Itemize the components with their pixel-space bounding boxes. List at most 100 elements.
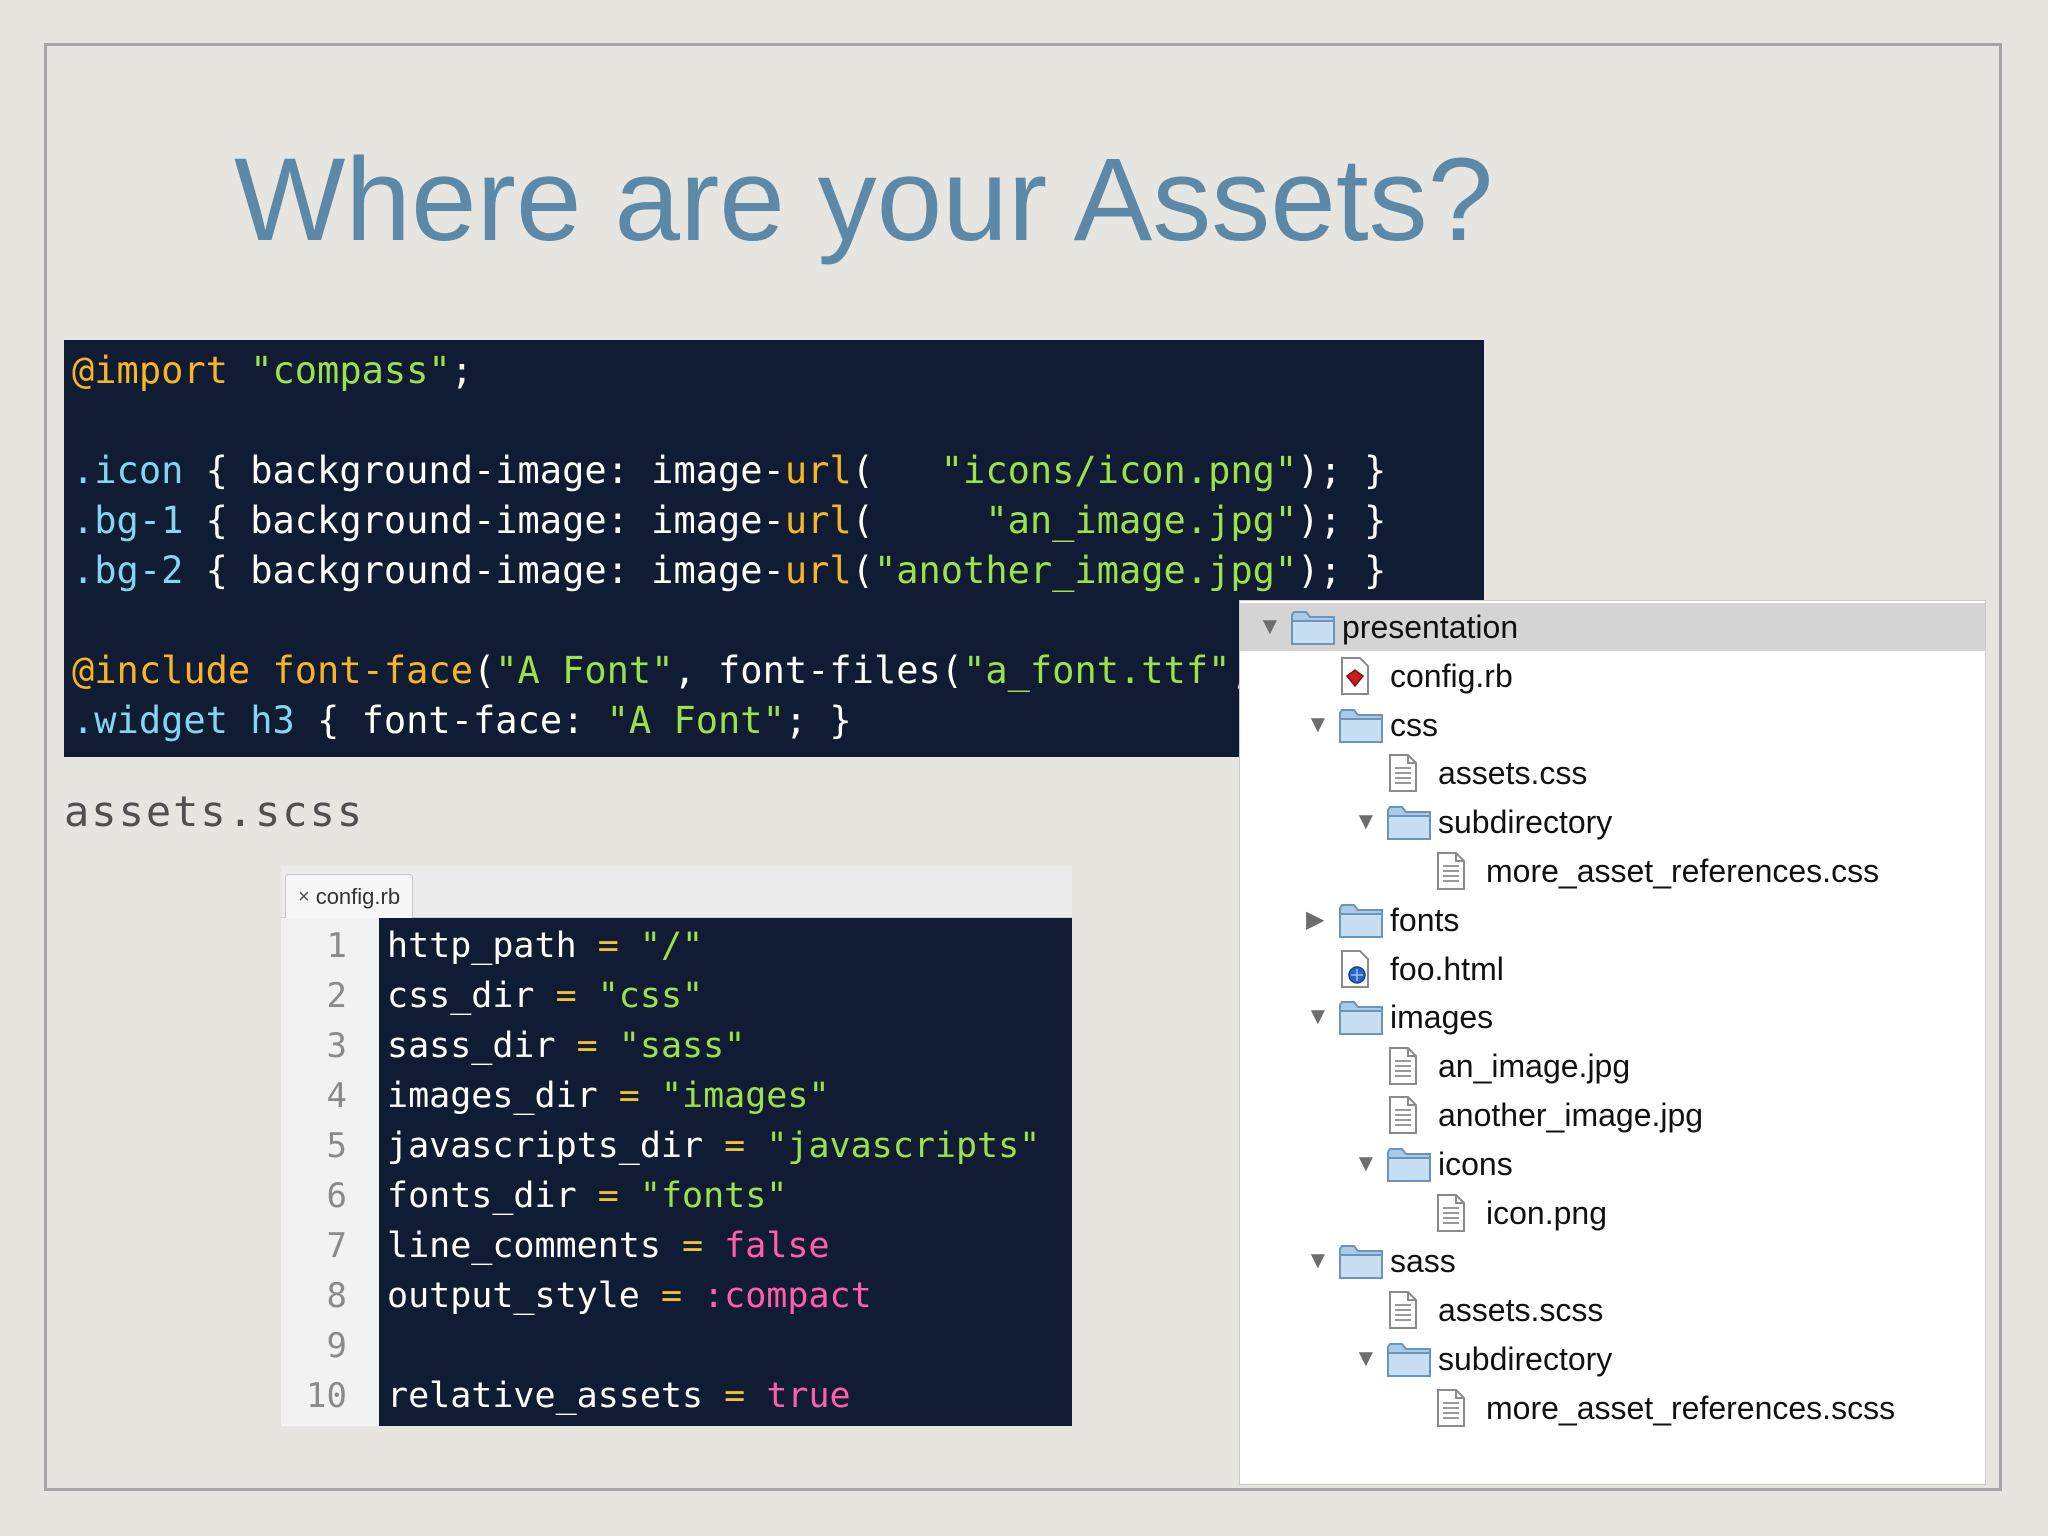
code-text: http_path = "/"	[387, 921, 703, 971]
code-line: 9	[281, 1321, 1072, 1371]
disclosure-expanded-icon[interactable]: ▼	[1306, 1005, 1330, 1029]
code-token: ;	[450, 349, 473, 392]
tree-item[interactable]: ▼ css	[1240, 701, 1985, 749]
line-number: 6	[326, 1176, 347, 1216]
code-token: =	[724, 1376, 746, 1416]
code-token: :compact	[703, 1276, 872, 1316]
tree-item[interactable]: ▼ images	[1240, 993, 1985, 1041]
code-token: =	[597, 1176, 619, 1216]
tree-item[interactable]: config.rb	[1240, 652, 1985, 700]
code-line: 10 relative_assets = true	[281, 1371, 1072, 1421]
line-number: 5	[326, 1126, 347, 1166]
code-token: =	[597, 926, 619, 966]
tree-item-label: images	[1390, 999, 1494, 1036]
tree-item-label: sass	[1390, 1243, 1456, 1280]
tree-item-label: subdirectory	[1438, 804, 1613, 841]
code-token: "images"	[660, 1076, 830, 1116]
code-token: url	[784, 549, 852, 592]
code-line: 1 http_path = "/"	[281, 921, 1072, 971]
text-file-icon	[1434, 1388, 1468, 1436]
tree-item-label: an_image.jpg	[1438, 1048, 1631, 1085]
disclosure-expanded-icon[interactable]: ▼	[1354, 810, 1378, 834]
disclosure-expanded-icon[interactable]: ▼	[1306, 712, 1330, 737]
tree-item[interactable]: an_image.jpg	[1240, 1042, 1985, 1090]
disclosure-expanded-icon[interactable]: ▼	[1354, 1347, 1378, 1371]
text-file-icon	[1386, 1095, 1420, 1143]
disclosure-collapsed-icon[interactable]: ▶	[1306, 907, 1324, 932]
code-token: output_style	[387, 1276, 661, 1316]
code-token: true	[766, 1376, 851, 1416]
code-line: .bg-1 { background-image: image-url( "an…	[72, 496, 1484, 546]
code-token: "A Font"	[606, 699, 785, 742]
code-token: .icon	[72, 449, 184, 492]
code-token: ; }	[784, 699, 852, 742]
code-token: url	[784, 449, 852, 492]
tree-item[interactable]: ▼ icons	[1240, 1140, 1985, 1188]
tree-item[interactable]: more_asset_references.scss	[1240, 1384, 1985, 1432]
scss-filename-caption: assets.scss	[64, 787, 365, 836]
file-tree-panel: ▼ presentation config.rb ▼ css assets.css ▼ sub…	[1239, 600, 1986, 1485]
code-token: relative_assets	[387, 1376, 725, 1416]
tree-item[interactable]: ▼ sass	[1240, 1237, 1985, 1285]
tree-item[interactable]: ▼ subdirectory	[1240, 798, 1985, 846]
tree-item[interactable]: ▶ fonts	[1240, 896, 1985, 944]
code-line: .icon { background-image: image-url( "ic…	[72, 446, 1484, 496]
disclosure-expanded-icon[interactable]: ▼	[1258, 615, 1282, 639]
code-line: 3 sass_dir = "sass"	[281, 1021, 1072, 1071]
tree-item[interactable]: more_asset_references.css	[1240, 847, 1985, 895]
line-number: 9	[326, 1326, 347, 1366]
code-text: output_style = :compact	[387, 1271, 872, 1321]
text-file-icon	[1386, 753, 1420, 801]
tree-item[interactable]: assets.scss	[1240, 1286, 1985, 1334]
code-text: javascripts_dir = "javascripts"	[387, 1121, 1040, 1171]
code-token: sass_dir	[387, 1026, 577, 1066]
code-token: url	[784, 499, 852, 542]
tab-config-rb[interactable]: × config.rb	[285, 874, 414, 918]
close-icon[interactable]: ×	[298, 876, 310, 918]
tree-item-label: config.rb	[1390, 657, 1513, 694]
tree-item[interactable]: foo.html	[1240, 945, 1985, 993]
ruby-file-icon	[1338, 656, 1372, 704]
code-line: 8 output_style = :compact	[281, 1271, 1072, 1321]
code-token: { font-face:	[294, 699, 607, 742]
tree-item[interactable]: assets.css	[1240, 749, 1985, 797]
code-token: "A Font"	[495, 649, 674, 692]
line-number: 7	[326, 1226, 347, 1266]
code-token: line_comments	[387, 1226, 683, 1266]
config-editor: × config.rb 1 http_path = "/" 2 css_dir = "…	[281, 866, 1072, 1426]
code-line: 2 css_dir = "css"	[281, 971, 1072, 1021]
tree-item[interactable]: ▼ presentation	[1240, 603, 1985, 651]
code-token: { background-image: image-	[183, 449, 785, 492]
tree-item[interactable]: icon.png	[1240, 1189, 1985, 1237]
disclosure-expanded-icon[interactable]: ▼	[1306, 1249, 1330, 1273]
code-token: =	[555, 976, 577, 1016]
text-file-icon	[1386, 1290, 1420, 1338]
code-token: "javascripts"	[766, 1126, 1041, 1166]
tree-item[interactable]: ▼ subdirectory	[1240, 1335, 1985, 1383]
code-token: .bg-1	[72, 499, 184, 542]
code-token: { background-image: image-	[183, 549, 785, 592]
html-file-icon	[1338, 949, 1372, 997]
tree-item-label: icons	[1438, 1145, 1513, 1182]
tree-item-label: foo.html	[1390, 950, 1504, 987]
code-token: ); }	[1297, 499, 1387, 542]
code-line: 5 javascripts_dir = "javascripts"	[281, 1121, 1072, 1171]
tree-item-label: css	[1390, 706, 1438, 743]
code-token: (	[851, 499, 986, 542]
tree-item[interactable]: another_image.jpg	[1240, 1091, 1985, 1139]
code-token: "/"	[639, 926, 704, 966]
code-text: images_dir = "images"	[387, 1071, 830, 1121]
folder-icon	[1338, 705, 1384, 753]
code-token: (	[851, 449, 941, 492]
tree-item-label: more_asset_references.css	[1486, 853, 1880, 889]
code-token: =	[660, 1276, 683, 1316]
tree-item-label: assets.css	[1438, 755, 1588, 792]
disclosure-expanded-icon[interactable]: ▼	[1354, 1151, 1378, 1176]
code-line: 4 images_dir = "images"	[281, 1071, 1072, 1121]
code-token: =	[682, 1226, 704, 1266]
